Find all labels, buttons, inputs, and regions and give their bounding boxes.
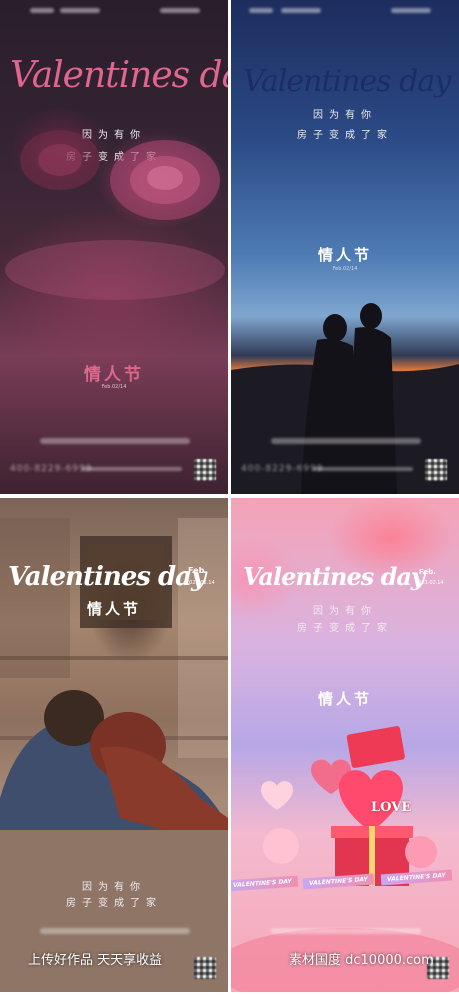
blurred-address xyxy=(271,438,421,444)
festival-title: 情人节 xyxy=(317,690,372,708)
qr-code xyxy=(194,459,216,481)
poster-subtitle: 房子变成了家 xyxy=(297,130,393,141)
blurred-logo xyxy=(281,8,321,13)
blurred-logo xyxy=(160,8,200,13)
blurred-address xyxy=(271,928,421,934)
poster-title: Valentines day xyxy=(10,55,228,96)
blurred-logo xyxy=(391,8,431,13)
poster-title: Valentines day xyxy=(243,562,425,591)
watermark-right: 素材国度 dc10000.com xyxy=(289,953,434,968)
date-badge-month: Feb. xyxy=(419,568,436,576)
poster-subtitle: 房子变成了家 xyxy=(297,623,393,634)
poster-subtitle: 因为有你 xyxy=(313,606,377,617)
poster-subtitle: 房子变成了家 xyxy=(66,898,162,909)
blurred-phone: 400-8229-6999 xyxy=(10,464,93,474)
rose-illustration xyxy=(5,130,225,300)
blurred-info xyxy=(82,467,182,471)
qr-code xyxy=(425,459,447,481)
blurred-logo xyxy=(60,8,100,13)
poster-gift-box: Valentines day Feb. 2023.02.14 因为有你 房子变成… xyxy=(231,498,459,992)
love-text: LOVE xyxy=(371,800,412,815)
festival-date: Feb.02/14 xyxy=(101,384,127,390)
date-badge-date: 2023.02.14 xyxy=(186,580,215,586)
blurred-address xyxy=(40,928,190,934)
poster-title: Valentines day xyxy=(243,64,451,99)
poster-couple-sofa: Valentines day Feb. 2023.02.14 情人节 因为有你 … xyxy=(0,498,228,992)
festival-title: 情人节 xyxy=(86,600,141,618)
blurred-logo xyxy=(249,8,273,13)
blurred-logo xyxy=(30,8,54,13)
blurred-phone: 400-8229-6999 xyxy=(241,464,324,474)
date-badge-date: 2023.02.14 xyxy=(415,580,444,586)
poster-title: Valentines day xyxy=(8,562,206,592)
poster-subtitle: 因为有你 xyxy=(313,110,377,121)
poster-subtitle: 因为有你 xyxy=(82,882,146,893)
blurred-address xyxy=(40,438,190,444)
watermark-left: 上传好作品 天天享收益 xyxy=(28,953,163,968)
festival-title: 情人节 xyxy=(84,365,144,385)
blurred-info xyxy=(313,467,413,471)
date-badge-month: Feb. xyxy=(188,566,208,575)
poster-sunset-couple: Valentines day 因为有你 房子变成了家 情人节 Feb.02/14… xyxy=(231,0,459,494)
festival-title: 情人节 xyxy=(317,246,372,264)
festival-date: Feb.02/14 xyxy=(332,266,358,272)
qr-code xyxy=(194,957,216,979)
poster-rose: Valentines day 因为有你 房子变成了家 情人节 Feb.02/14… xyxy=(0,0,228,494)
